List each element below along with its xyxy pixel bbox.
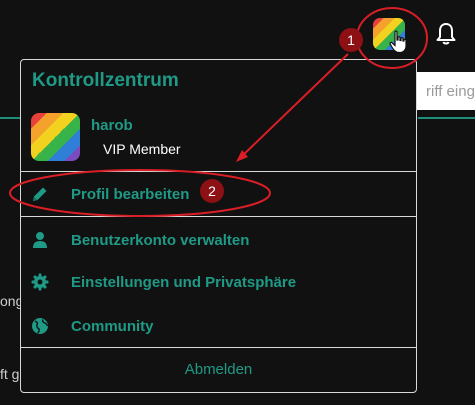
menu-item-label: Einstellungen und Privatsphäre bbox=[71, 273, 297, 291]
hand-cursor-icon bbox=[389, 30, 407, 54]
search-input[interactable] bbox=[412, 72, 475, 110]
control-center-dropdown: Kontrollzentrum harob VIP Member Profil … bbox=[20, 59, 417, 393]
bell-icon[interactable] bbox=[435, 22, 457, 46]
menu-item-manage-account[interactable]: Benutzerkonto verwalten bbox=[21, 222, 416, 258]
panel-title: Kontrollzentrum bbox=[32, 70, 179, 91]
gear-icon bbox=[31, 273, 49, 291]
divider bbox=[21, 171, 416, 172]
logout-button[interactable]: Abmelden bbox=[21, 350, 416, 390]
annotation-marker-2: 2 bbox=[200, 179, 224, 203]
background-text: ft g bbox=[0, 366, 20, 382]
user-avatar bbox=[31, 113, 80, 161]
user-name[interactable]: harob bbox=[91, 117, 133, 134]
menu-item-label: Benutzerkonto verwalten bbox=[71, 231, 250, 249]
menu-item-community[interactable]: Community bbox=[21, 308, 416, 344]
globe-icon bbox=[32, 318, 49, 334]
divider bbox=[21, 347, 416, 348]
menu-item-settings-privacy[interactable]: Einstellungen und Privatsphäre bbox=[21, 264, 416, 300]
user-icon bbox=[33, 232, 47, 248]
header-divider-right bbox=[418, 117, 475, 119]
header-divider-left bbox=[0, 117, 20, 119]
menu-item-label: Profil bearbeiten bbox=[71, 185, 190, 203]
divider bbox=[21, 216, 416, 217]
pencil-icon bbox=[33, 187, 47, 201]
menu-item-label: Community bbox=[71, 317, 154, 335]
annotation-marker-1: 1 bbox=[339, 28, 363, 52]
user-role: VIP Member bbox=[103, 141, 181, 157]
